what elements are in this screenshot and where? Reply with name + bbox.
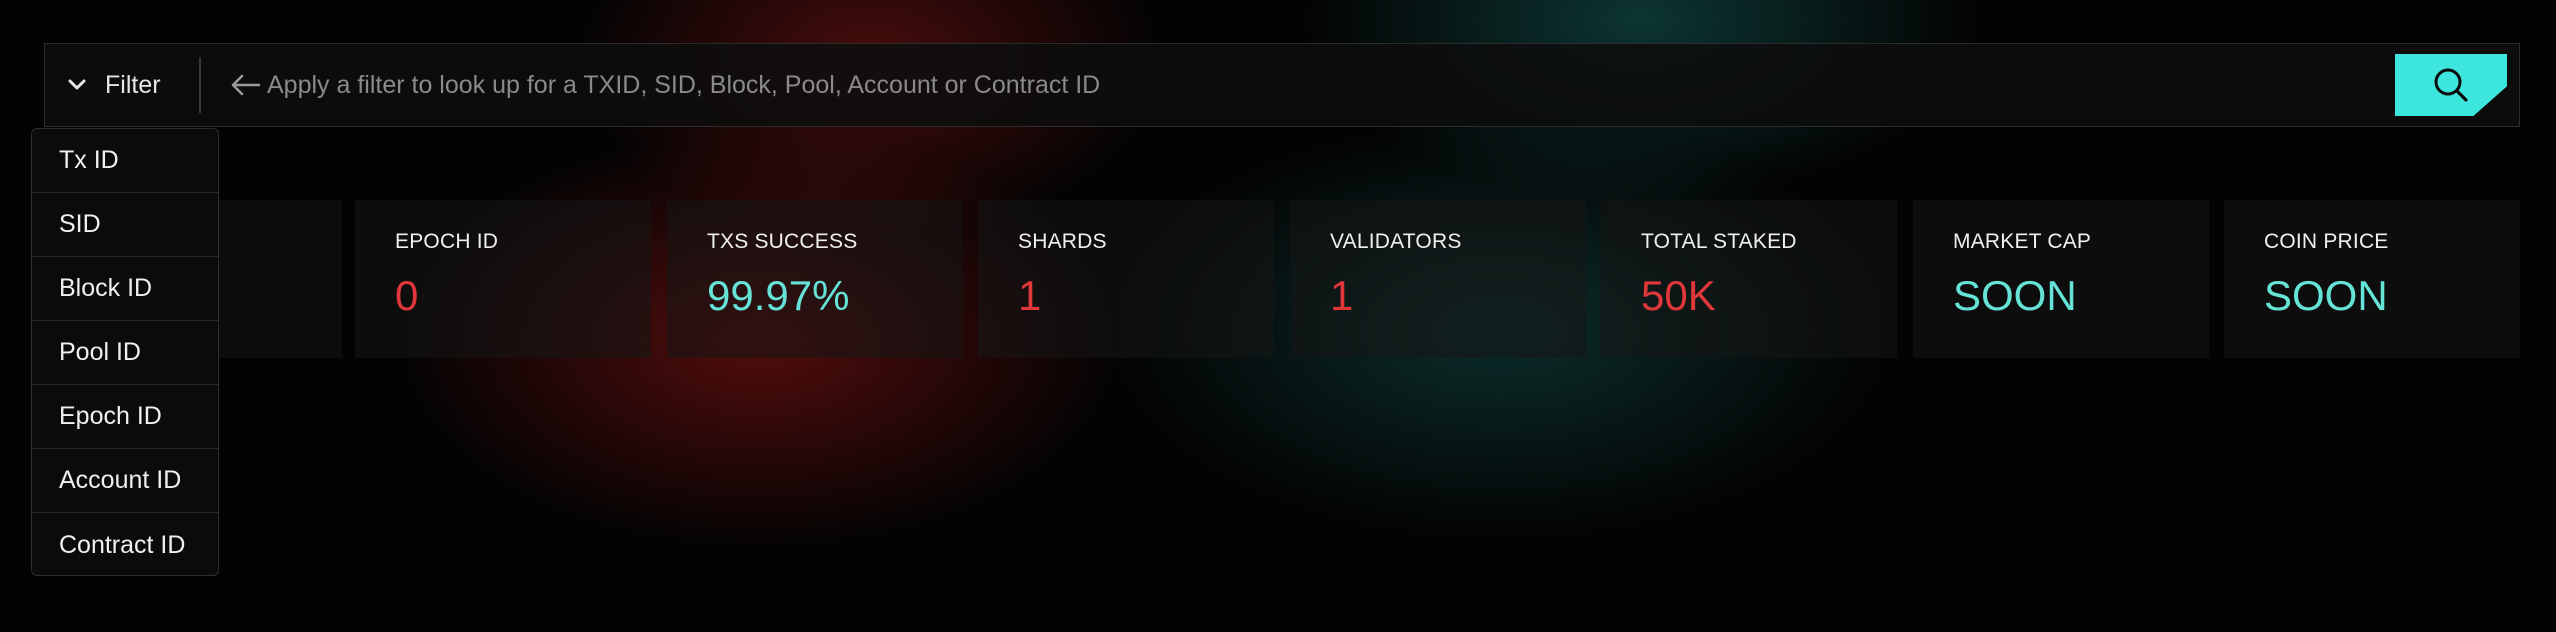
- filter-option-tx-id[interactable]: Tx ID: [32, 129, 218, 193]
- stat-label: SHARDS: [1018, 230, 1107, 253]
- stat-value: 99.97%: [707, 272, 850, 319]
- filter-option-epoch-id[interactable]: Epoch ID: [32, 385, 218, 449]
- chevron-down-icon: [63, 71, 91, 99]
- filter-option-account-id[interactable]: Account ID: [32, 449, 218, 513]
- stat-card-epoch-id: EPOCH ID 0: [355, 200, 651, 358]
- explorer-page: Filter EPOCH ID 0 TXS SUCCESS: [0, 0, 2556, 632]
- stat-label: EPOCH ID: [395, 230, 499, 253]
- stat-value: SOON: [1953, 272, 2077, 319]
- filter-dropdown-menu: Tx ID SID Block ID Pool ID Epoch ID Acco…: [31, 128, 219, 576]
- stat-card-validators: VALIDATORS 1: [1290, 200, 1586, 358]
- filter-option-pool-id[interactable]: Pool ID: [32, 321, 218, 385]
- search-divider: [199, 57, 201, 113]
- search-button[interactable]: [2395, 54, 2507, 116]
- stat-card-coin-price: COIN PRICE SOON: [2224, 200, 2520, 358]
- stat-value: 1: [1330, 272, 1354, 319]
- stat-card-total-staked: TOTAL STAKED 50K: [1601, 200, 1897, 358]
- arrow-left-icon: [229, 70, 263, 100]
- stat-card-market-cap: MARKET CAP SOON: [1913, 200, 2209, 358]
- stat-label: TXS SUCCESS: [707, 230, 858, 253]
- search-icon: [2431, 65, 2471, 105]
- stat-label: TOTAL STAKED: [1641, 230, 1797, 253]
- search-input[interactable]: [267, 60, 2367, 110]
- filter-label: Filter: [105, 70, 161, 99]
- stat-card-shards: SHARDS 1: [978, 200, 1274, 358]
- stat-card-txs-success: TXS SUCCESS 99.97%: [667, 200, 963, 358]
- filter-option-contract-id[interactable]: Contract ID: [32, 513, 218, 575]
- stats-row: EPOCH ID 0 TXS SUCCESS 99.97% SHARDS 1 V…: [0, 200, 2556, 360]
- stat-value: 1: [1018, 272, 1042, 319]
- stat-label: VALIDATORS: [1330, 230, 1462, 253]
- stat-value: 0: [395, 272, 419, 319]
- stat-label: MARKET CAP: [1953, 230, 2092, 253]
- filter-option-block-id[interactable]: Block ID: [32, 257, 218, 321]
- filter-option-sid[interactable]: SID: [32, 193, 218, 257]
- search-bar: Filter: [44, 43, 2520, 127]
- stat-label: COIN PRICE: [2264, 230, 2389, 253]
- stat-value: 50K: [1641, 272, 1716, 319]
- stat-value: SOON: [2264, 272, 2388, 319]
